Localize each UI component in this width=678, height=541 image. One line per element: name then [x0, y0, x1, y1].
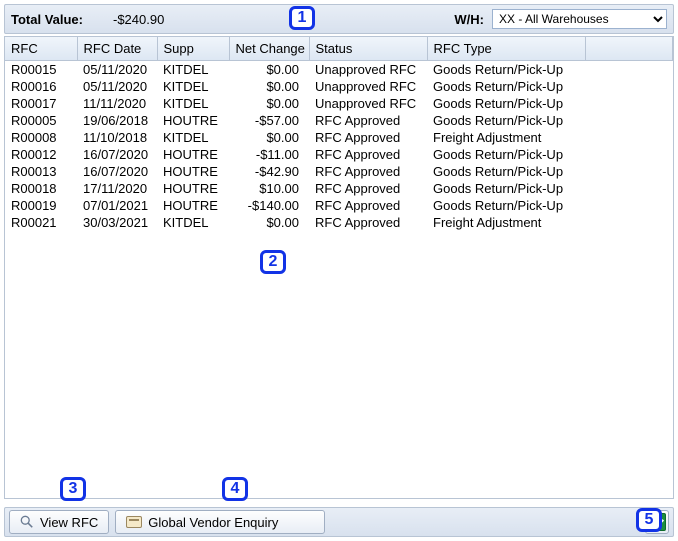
cell-rfc: R00013	[5, 163, 77, 180]
view-rfc-label: View RFC	[40, 515, 98, 530]
total-value-label: Total Value:	[11, 12, 83, 27]
view-rfc-button[interactable]: View RFC	[9, 510, 109, 534]
cell-date: 16/07/2020	[77, 146, 157, 163]
table-row[interactable]: R0001907/01/2021HOUTRE-$140.00RFC Approv…	[5, 197, 673, 214]
magnifier-icon	[20, 515, 34, 529]
cell-date: 11/10/2018	[77, 129, 157, 146]
table-row[interactable]: R0002130/03/2021KITDEL$0.00RFC ApprovedF…	[5, 214, 673, 231]
cell-supp: HOUTRE	[157, 197, 229, 214]
cell-type: Goods Return/Pick-Up	[427, 163, 585, 180]
cell-rfc: R00012	[5, 146, 77, 163]
global-vendor-label: Global Vendor Enquiry	[148, 515, 278, 530]
cell-rfc: R00018	[5, 180, 77, 197]
cell-type: Goods Return/Pick-Up	[427, 78, 585, 95]
table-row[interactable]: R0001817/11/2020HOUTRE$10.00RFC Approved…	[5, 180, 673, 197]
cell-date: 05/11/2020	[77, 61, 157, 79]
cell-net: -$42.90	[229, 163, 309, 180]
cell-rfc: R00019	[5, 197, 77, 214]
cell-net: -$11.00	[229, 146, 309, 163]
table-row[interactable]: R0000519/06/2018HOUTRE-$57.00RFC Approve…	[5, 112, 673, 129]
cell-date: 17/11/2020	[77, 180, 157, 197]
cell-date: 07/01/2021	[77, 197, 157, 214]
cell-date: 16/07/2020	[77, 163, 157, 180]
cell-status: RFC Approved	[309, 146, 427, 163]
col-rfc-type[interactable]: RFC Type	[427, 37, 585, 61]
cell-status: RFC Approved	[309, 112, 427, 129]
cell-status: Unapproved RFC	[309, 78, 427, 95]
callout-1: 1	[289, 6, 315, 30]
col-rfc-date[interactable]: RFC Date	[77, 37, 157, 61]
cell-supp: KITDEL	[157, 61, 229, 79]
callout-2: 2	[260, 250, 286, 274]
cell-supp: HOUTRE	[157, 112, 229, 129]
cell-net: $0.00	[229, 214, 309, 231]
cell-net: $10.00	[229, 180, 309, 197]
cell-status: RFC Approved	[309, 214, 427, 231]
cell-rfc: R00008	[5, 129, 77, 146]
cell-status: RFC Approved	[309, 197, 427, 214]
cell-date: 11/11/2020	[77, 95, 157, 112]
callout-5: 5	[636, 508, 662, 532]
cell-supp: KITDEL	[157, 95, 229, 112]
cell-net: $0.00	[229, 129, 309, 146]
global-vendor-enquiry-button[interactable]: Global Vendor Enquiry	[115, 510, 325, 534]
cell-supp: KITDEL	[157, 129, 229, 146]
col-spacer	[585, 37, 673, 61]
cell-type: Goods Return/Pick-Up	[427, 197, 585, 214]
cell-supp: HOUTRE	[157, 180, 229, 197]
cell-type: Goods Return/Pick-Up	[427, 95, 585, 112]
cell-status: RFC Approved	[309, 163, 427, 180]
table-row[interactable]: R0001216/07/2020HOUTRE-$11.00RFC Approve…	[5, 146, 673, 163]
cell-net: -$57.00	[229, 112, 309, 129]
cell-type: Goods Return/Pick-Up	[427, 180, 585, 197]
cell-type: Goods Return/Pick-Up	[427, 112, 585, 129]
cell-rfc: R00021	[5, 214, 77, 231]
col-rfc[interactable]: RFC	[5, 37, 77, 61]
cell-net: -$140.00	[229, 197, 309, 214]
rfc-table-area: RFC RFC Date Supp Net Change Status RFC …	[4, 36, 674, 499]
cell-date: 05/11/2020	[77, 78, 157, 95]
table-header-row: RFC RFC Date Supp Net Change Status RFC …	[5, 37, 673, 61]
cell-status: RFC Approved	[309, 180, 427, 197]
col-net-change[interactable]: Net Change	[229, 37, 309, 61]
table-row[interactable]: R0001316/07/2020HOUTRE-$42.90RFC Approve…	[5, 163, 673, 180]
cell-type: Goods Return/Pick-Up	[427, 61, 585, 79]
cell-net: $0.00	[229, 95, 309, 112]
callout-4: 4	[222, 477, 248, 501]
cell-status: Unapproved RFC	[309, 61, 427, 79]
cell-status: RFC Approved	[309, 129, 427, 146]
cell-date: 30/03/2021	[77, 214, 157, 231]
cell-type: Freight Adjustment	[427, 214, 585, 231]
table-row[interactable]: R0001711/11/2020KITDEL$0.00Unapproved RF…	[5, 95, 673, 112]
cell-rfc: R00015	[5, 61, 77, 79]
total-value: -$240.90	[113, 12, 193, 27]
footer-bar: View RFC Global Vendor Enquiry	[4, 507, 674, 537]
cell-type: Freight Adjustment	[427, 129, 585, 146]
rfc-table[interactable]: RFC RFC Date Supp Net Change Status RFC …	[5, 37, 673, 231]
cell-status: Unapproved RFC	[309, 95, 427, 112]
warehouse-select[interactable]: XX - All Warehouses	[492, 9, 667, 29]
cell-rfc: R00016	[5, 78, 77, 95]
cell-rfc: R00005	[5, 112, 77, 129]
cell-supp: KITDEL	[157, 214, 229, 231]
header-bar: Total Value: -$240.90 W/H: XX - All Ware…	[4, 4, 674, 34]
card-icon	[126, 516, 142, 528]
col-status[interactable]: Status	[309, 37, 427, 61]
cell-net: $0.00	[229, 78, 309, 95]
cell-type: Goods Return/Pick-Up	[427, 146, 585, 163]
table-row[interactable]: R0001505/11/2020KITDEL$0.00Unapproved RF…	[5, 61, 673, 79]
table-row[interactable]: R0000811/10/2018KITDEL$0.00RFC ApprovedF…	[5, 129, 673, 146]
warehouse-label: W/H:	[454, 12, 484, 27]
cell-supp: KITDEL	[157, 78, 229, 95]
cell-supp: HOUTRE	[157, 146, 229, 163]
callout-3: 3	[60, 477, 86, 501]
cell-supp: HOUTRE	[157, 163, 229, 180]
cell-net: $0.00	[229, 61, 309, 79]
cell-rfc: R00017	[5, 95, 77, 112]
cell-date: 19/06/2018	[77, 112, 157, 129]
table-row[interactable]: R0001605/11/2020KITDEL$0.00Unapproved RF…	[5, 78, 673, 95]
col-supp[interactable]: Supp	[157, 37, 229, 61]
